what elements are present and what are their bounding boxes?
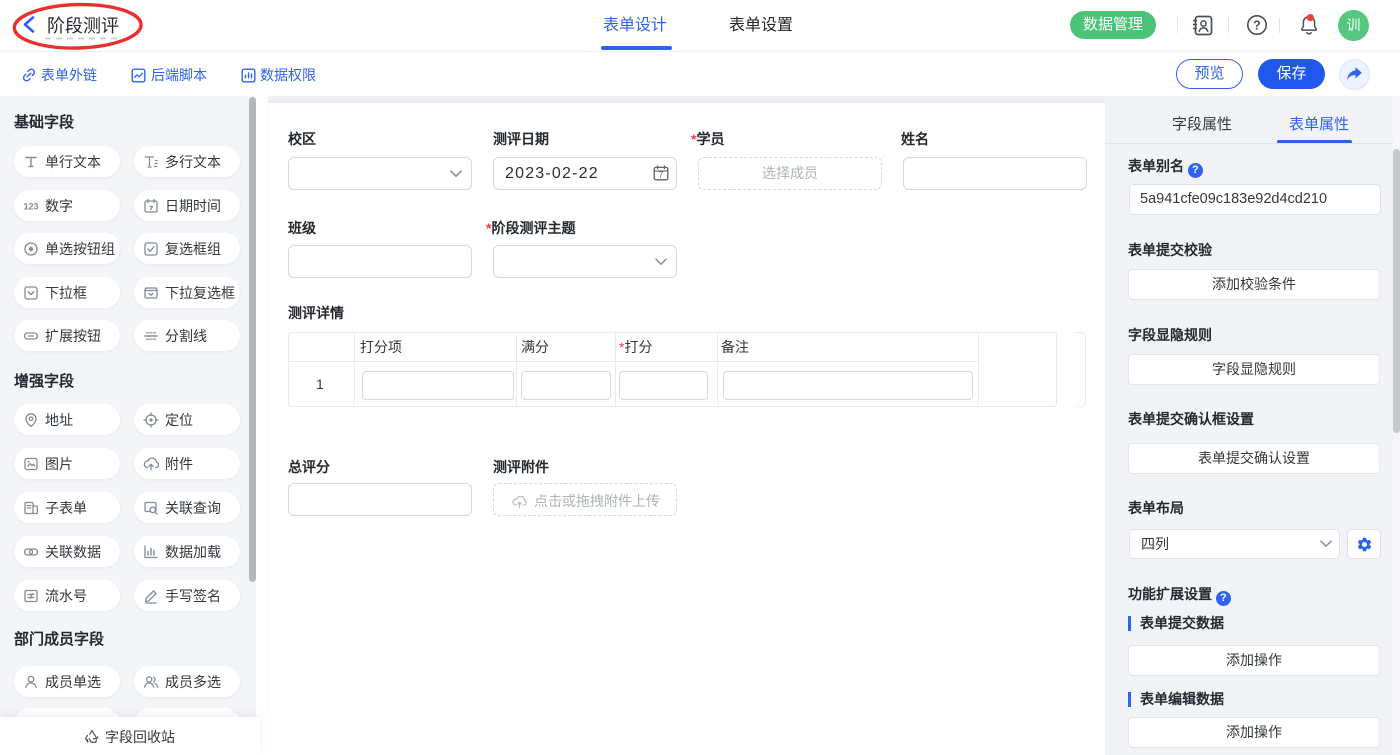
svg-text:7: 7 (659, 171, 664, 180)
svg-text:123: 123 (23, 201, 38, 211)
svg-text:?: ? (1253, 18, 1261, 32)
